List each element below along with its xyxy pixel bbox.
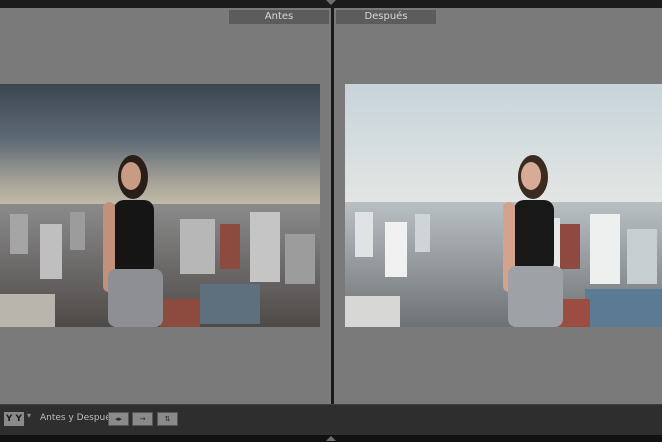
chevron-down-icon[interactable]: [326, 0, 336, 5]
before-after-label: Antes y Después:: [40, 413, 119, 423]
before-after-view-button[interactable]: Y Y: [4, 412, 24, 426]
chevron-up-icon[interactable]: [326, 436, 336, 441]
before-photo: [0, 84, 320, 327]
after-label: Después: [336, 10, 436, 24]
swap-before-after-button[interactable]: ◂▸: [108, 412, 129, 426]
swap-settings-button[interactable]: ⇅: [157, 412, 178, 426]
bottom-toolbar: Y Y ▾ Antes y Después: ◂▸ → ⇅: [0, 404, 662, 435]
chevron-down-icon[interactable]: ▾: [27, 411, 31, 420]
before-label: Antes: [229, 10, 329, 24]
after-photo-image: [345, 84, 662, 327]
after-photo: [345, 84, 662, 327]
before-pane: Antes: [0, 8, 331, 404]
after-pane: Después: [334, 8, 662, 404]
before-photo-image: [0, 84, 320, 327]
copy-before-to-after-button[interactable]: →: [132, 412, 153, 426]
